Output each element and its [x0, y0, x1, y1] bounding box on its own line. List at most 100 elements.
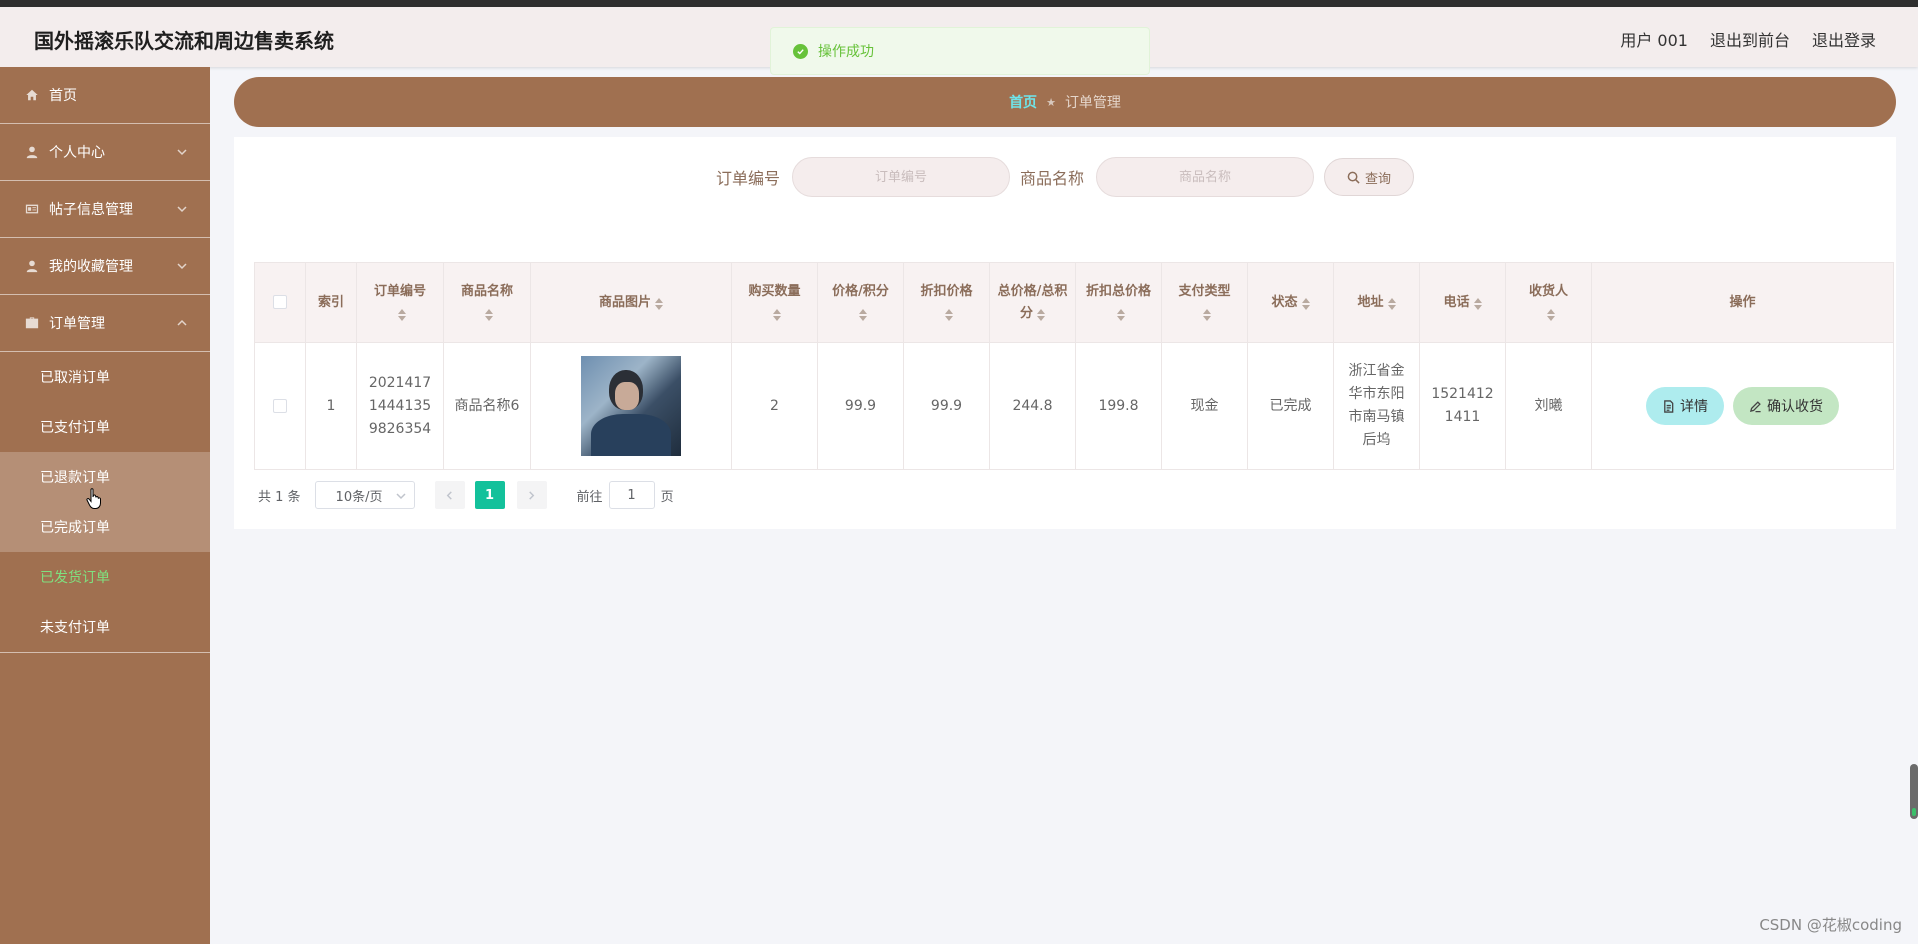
- search-icon: [1347, 171, 1360, 184]
- col-label: 订单编号: [373, 283, 426, 299]
- check-circle-icon: [793, 43, 808, 59]
- select-all-header: [254, 262, 306, 343]
- toast-message: 操作成功: [818, 44, 874, 60]
- product-name-input[interactable]: [1096, 157, 1315, 197]
- table-header-row: 索引 订单编号 商品名称 商品图片 购买数量 价格/积分 折扣价格 总价格/总积…: [254, 262, 1894, 343]
- col-label: 收货人: [1528, 283, 1568, 299]
- browser-top-strip: [0, 0, 1918, 7]
- thumbnail-figure-face: [615, 382, 639, 410]
- current-user[interactable]: 用户 001: [1620, 27, 1688, 51]
- col-product-image[interactable]: 商品图片: [530, 262, 732, 343]
- col-discount-total[interactable]: 折扣总价格: [1075, 262, 1162, 343]
- col-ops: 操作: [1591, 262, 1894, 343]
- breadcrumb-home[interactable]: 首页: [1009, 92, 1037, 112]
- col-status[interactable]: 状态: [1247, 262, 1334, 343]
- col-label: 折扣价格: [920, 283, 973, 299]
- col-label: 总价格/总积分: [997, 283, 1068, 321]
- user-icon: [24, 144, 40, 160]
- confirm-button-label: 确认收货: [1767, 398, 1823, 414]
- cell-index: 1: [305, 342, 357, 470]
- sidebar-item-favorites[interactable]: 我的收藏管理: [0, 238, 210, 295]
- col-discount-price[interactable]: 折扣价格: [903, 262, 990, 343]
- order-submenu: 已取消订单 已支付订单 已退款订单 已完成订单 已发货订单 未支付订单: [0, 352, 210, 653]
- sort-icon: [944, 307, 953, 321]
- sidebar-subitem-shipped[interactable]: 已发货订单: [0, 552, 210, 602]
- page-size-select[interactable]: 10条/页: [314, 481, 415, 509]
- detail-button-label: 详情: [1680, 398, 1708, 414]
- col-label: 电话: [1443, 294, 1470, 310]
- sort-icon: [1546, 307, 1555, 321]
- col-quantity[interactable]: 购买数量: [731, 262, 818, 343]
- edit-icon: [1749, 400, 1761, 412]
- next-page-button[interactable]: [516, 481, 547, 509]
- goto-label: 前往: [576, 489, 603, 505]
- sidebar-item-label: 个人中心: [49, 145, 105, 161]
- cell-quantity: 2: [731, 342, 818, 470]
- col-order-no[interactable]: 订单编号: [356, 262, 444, 343]
- cell-status: 已完成: [1247, 342, 1334, 470]
- col-pay-type[interactable]: 支付类型: [1161, 262, 1248, 343]
- page-number-current[interactable]: 1: [474, 481, 505, 509]
- prev-page-button[interactable]: [434, 481, 465, 509]
- sidebar-item-personal[interactable]: 个人中心: [0, 124, 210, 181]
- sidebar-subitem-refunded[interactable]: 已退款订单: [0, 452, 210, 502]
- cell-discount-total: 199.8: [1075, 342, 1162, 470]
- page-size-value: 10条/页: [335, 489, 383, 505]
- col-index: 索引: [305, 262, 357, 343]
- goto-page-input[interactable]: [608, 481, 655, 509]
- sidebar-subitem-cancelled[interactable]: 已取消订单: [0, 352, 210, 402]
- col-total[interactable]: 总价格/总积分: [989, 262, 1076, 343]
- col-address[interactable]: 地址: [1333, 262, 1420, 343]
- page-scrollbar[interactable]: [1910, 764, 1918, 819]
- product-thumbnail[interactable]: [581, 356, 681, 456]
- col-label: 折扣总价格: [1085, 283, 1151, 299]
- cell-total: 244.8: [989, 342, 1076, 470]
- logout-link[interactable]: 退出登录: [1812, 27, 1876, 51]
- chevron-down-icon: [176, 260, 188, 272]
- detail-button[interactable]: 详情: [1646, 387, 1724, 425]
- sidebar-subitem-completed[interactable]: 已完成订单: [0, 502, 210, 552]
- select-all-checkbox[interactable]: [273, 295, 287, 309]
- sort-icon: [772, 307, 781, 321]
- sidebar-item-posts[interactable]: 帖子信息管理: [0, 181, 210, 238]
- col-label: 地址: [1357, 294, 1384, 310]
- cell-phone: 15214121411: [1419, 342, 1506, 470]
- sidebar-item-label: 首页: [49, 88, 77, 104]
- row-checkbox[interactable]: [273, 398, 287, 413]
- sidebar-subitem-paid[interactable]: 已支付订单: [0, 402, 210, 452]
- confirm-receipt-button[interactable]: 确认收货: [1733, 387, 1839, 425]
- breadcrumb-current: 订单管理: [1064, 95, 1121, 111]
- sidebar-item-orders[interactable]: 订单管理: [0, 295, 210, 352]
- sort-icon: [398, 307, 406, 321]
- sort-icon: [858, 307, 867, 321]
- cell-address: 浙江省金华市东阳市南马镇后坞: [1333, 342, 1420, 470]
- sidebar-subitem-unpaid[interactable]: 未支付订单: [0, 602, 210, 652]
- sort-icon: [1202, 307, 1211, 321]
- col-label: 商品名称: [460, 283, 513, 299]
- exit-to-front-link[interactable]: 退出到前台: [1710, 27, 1790, 51]
- row-select-cell: [254, 342, 306, 470]
- col-price[interactable]: 价格/积分: [817, 262, 904, 343]
- user-icon: [24, 258, 40, 274]
- sort-icon: [655, 296, 663, 310]
- cell-pay-type: 现金: [1161, 342, 1248, 470]
- success-toast: 操作成功: [770, 27, 1150, 75]
- sidebar-item-home[interactable]: 首页: [0, 67, 210, 124]
- col-label: 支付类型: [1178, 283, 1231, 299]
- sort-icon: [1301, 296, 1310, 310]
- col-phone[interactable]: 电话: [1419, 262, 1506, 343]
- chevron-left-icon: [446, 490, 452, 500]
- sort-icon: [1387, 296, 1396, 310]
- order-no-input[interactable]: [792, 157, 1010, 197]
- col-product-name[interactable]: 商品名称: [443, 262, 531, 343]
- sidebar: 首页 个人中心 帖子信息管理 我的收藏管理 订单管理 已取消订单 已支付订单 已…: [0, 67, 210, 944]
- search-button[interactable]: 查询: [1324, 158, 1415, 196]
- watermark: CSDN @花椒coding: [1759, 916, 1902, 934]
- chevron-up-icon: [176, 317, 188, 329]
- col-label: 价格/积分: [832, 283, 889, 299]
- cell-product-image: [530, 342, 732, 470]
- breadcrumb: 首页 ★ 订单管理: [234, 77, 1896, 127]
- hand-cursor-icon: [86, 488, 102, 510]
- pagination: 共 1 条 10条/页 1 前往 页: [258, 481, 674, 509]
- col-receiver[interactable]: 收货人: [1505, 262, 1592, 343]
